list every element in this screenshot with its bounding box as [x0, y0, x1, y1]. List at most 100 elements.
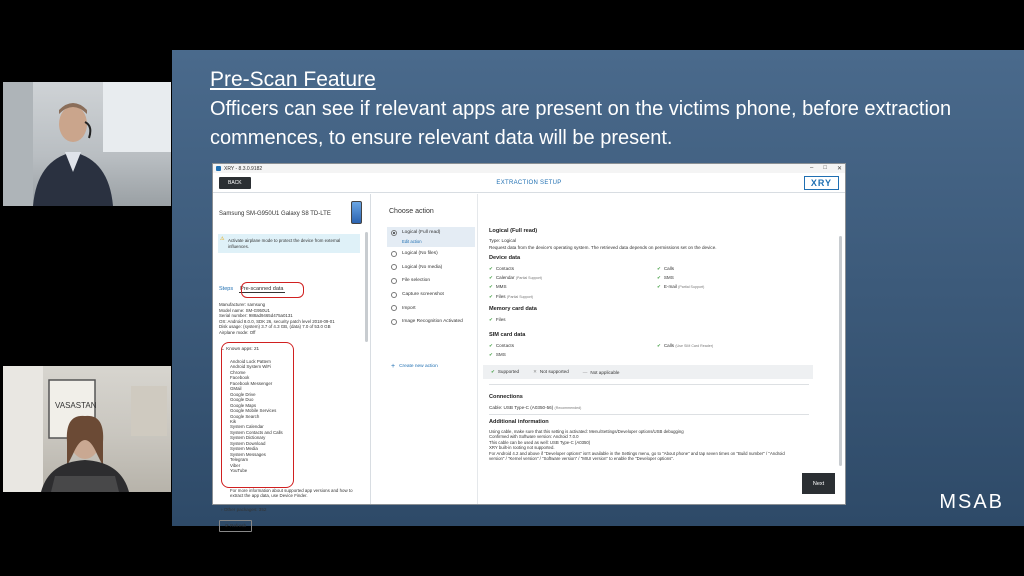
highlight-ring-tab	[241, 282, 304, 298]
right-scrollbar[interactable]	[839, 236, 842, 466]
action-logical-full-read[interactable]: Logical (Full read) Edit action	[387, 227, 475, 247]
device-data-item: ✔ MMS	[489, 284, 507, 290]
check-icon: ✔	[657, 266, 661, 271]
sim-data-item: ✔ Calls (Use SIM Card Reader)	[657, 343, 714, 348]
refresh-label: Refresh	[230, 523, 247, 528]
action-logical-no-files[interactable]: Logical (No files)	[387, 247, 475, 261]
sim-data-list: ✔ Contacts ✔ Calls (Use SIM Card Reader) ✔…	[489, 343, 757, 358]
check-icon: ✔	[657, 343, 661, 348]
action-label: Logical (Full read)	[402, 230, 441, 235]
action-panel: Choose action Logical (Full read) Edit a…	[371, 194, 477, 504]
connections-heading: Connections	[489, 394, 523, 400]
other-packages-toggle[interactable]: › Other packages: 352	[221, 507, 266, 512]
radio	[391, 291, 397, 298]
check-icon: ✔	[489, 343, 493, 348]
presenter-2-image: VASASTAN	[3, 366, 167, 492]
create-new-action-button[interactable]: + Create new action	[391, 363, 438, 370]
device-data-item: ✔ E-mail (Partial Support)	[657, 284, 705, 290]
divider	[489, 414, 809, 415]
minimize-icon[interactable]: –	[810, 165, 813, 172]
phone-icon	[351, 201, 362, 224]
dash-icon: —	[582, 369, 588, 375]
device-data-item: ✔ Contacts	[489, 266, 514, 271]
radio	[391, 250, 397, 257]
sim-data-item: ✔ SMS	[489, 352, 506, 358]
legend-not-supported: ✕ Not supported	[533, 369, 569, 374]
action-label: Logical (No media)	[402, 264, 443, 270]
radio-selected	[391, 230, 397, 236]
choose-action-heading: Choose action	[389, 208, 434, 215]
device-data-heading: Device data	[489, 255, 521, 261]
refresh-button[interactable]: ⟳ Refresh	[219, 520, 253, 532]
action-image-recognition[interactable]: Image Recognition Activated	[387, 315, 475, 329]
check-icon: ✔	[489, 284, 493, 290]
action-title: Logical (Full read)	[489, 228, 538, 234]
sim-card-heading: SIM card data	[489, 332, 526, 338]
radio	[391, 277, 397, 284]
radio	[391, 305, 397, 312]
additional-info-heading: Additional information	[489, 419, 549, 425]
check-icon: ✔	[489, 293, 493, 299]
device-data-item: ✔ Calendar (Partial Support)	[489, 275, 542, 281]
check-icon: ✔	[489, 275, 493, 281]
xry-window: XRY - 8.3.0.9182 – □ ✕ BACK EXTRACTION S…	[212, 163, 846, 532]
support-legend: ✔ Supported ✕ Not supported — Not applicabl…	[483, 365, 813, 379]
device-info: Manufacturer: samsung Model name: SM-G95…	[219, 302, 335, 336]
action-description: Request data from the device's operating…	[489, 245, 717, 250]
device-name: Samsung SM-G950U1 Galaxy S8 TD-LTE	[219, 211, 331, 217]
webcam-presenter-1	[3, 82, 171, 206]
device-data-list: ✔ Contacts ✔ Calls ✔ Calendar (Partial Supp…	[489, 266, 757, 300]
close-icon[interactable]: ✕	[837, 165, 842, 172]
device-data-item: ✔ Calls	[657, 266, 675, 271]
svg-text:VASASTAN: VASASTAN	[55, 401, 97, 410]
xry-logo: XRY	[803, 175, 839, 190]
cross-icon: ✕	[533, 369, 537, 374]
action-label: Image Recognition Activated	[402, 319, 463, 325]
device-panel: Samsung SM-G950U1 Galaxy S8 TD-LTE Activ…	[213, 194, 371, 532]
edit-action-link[interactable]: Edit action	[391, 239, 475, 244]
legend-supported: ✔ Supported	[491, 369, 520, 374]
action-logical-no-media[interactable]: Logical (No media)	[387, 261, 475, 275]
radio	[391, 264, 397, 271]
extraction-setup-title: EXTRACTION SETUP	[496, 179, 562, 186]
presenter-1-image	[3, 82, 171, 206]
highlight-ring-apps	[221, 342, 294, 488]
plus-icon: +	[391, 363, 396, 370]
slide-title: Pre-Scan Feature	[210, 68, 376, 91]
action-list: Logical (Full read) Edit action Logical …	[387, 227, 475, 329]
action-label: Import	[402, 305, 416, 311]
refresh-icon: ⟳	[225, 523, 229, 528]
window-title: XRY - 8.3.0.9182	[224, 165, 263, 172]
back-button[interactable]: BACK	[219, 176, 251, 189]
check-icon: ✔	[489, 317, 493, 322]
device-data-item: ✔ Files (Partial Support)	[489, 293, 534, 299]
chevron-right-icon: ›	[221, 507, 223, 512]
info-line: Airplane mode: Off	[219, 329, 256, 335]
check-icon: ✔	[657, 275, 661, 281]
window-toolbar: BACK EXTRACTION SETUP XRY	[213, 173, 845, 193]
other-packages-label: Other packages: 352	[223, 507, 267, 512]
msab-logo: MSAB	[939, 491, 1004, 513]
action-label: Logical (No files)	[402, 251, 438, 257]
action-capture-screenshot[interactable]: Capture screenshot	[387, 288, 475, 302]
device-finder-note: For more information about supported app…	[230, 488, 353, 499]
check-icon: ✔	[489, 266, 493, 271]
cable-info: Cable: USB Type-C (A0350-56) (Recommende…	[489, 405, 582, 410]
sim-data-item: ✔ Contacts	[489, 343, 514, 348]
left-scrollbar[interactable]	[365, 232, 368, 342]
airplane-mode-alert: Activate airplane mode to protect the de…	[218, 234, 360, 253]
check-icon: ✔	[489, 352, 493, 358]
tab-steps[interactable]: Steps	[219, 286, 233, 293]
check-icon: ✔	[491, 369, 495, 374]
memory-card-heading: Memory card data	[489, 306, 537, 312]
check-icon: ✔	[657, 284, 661, 290]
window-titlebar: XRY - 8.3.0.9182 – □ ✕	[213, 164, 845, 173]
device-data-item: ✔ SMS	[657, 275, 674, 281]
action-import[interactable]: Import	[387, 301, 475, 315]
action-file-selection[interactable]: File selection	[387, 274, 475, 288]
divider	[489, 384, 809, 385]
maximize-icon[interactable]: □	[823, 165, 827, 172]
create-action-label: Create new action	[399, 364, 438, 369]
next-button[interactable]: Next	[802, 473, 835, 494]
slide-body: Officers can see if relevant apps are pr…	[210, 98, 952, 149]
